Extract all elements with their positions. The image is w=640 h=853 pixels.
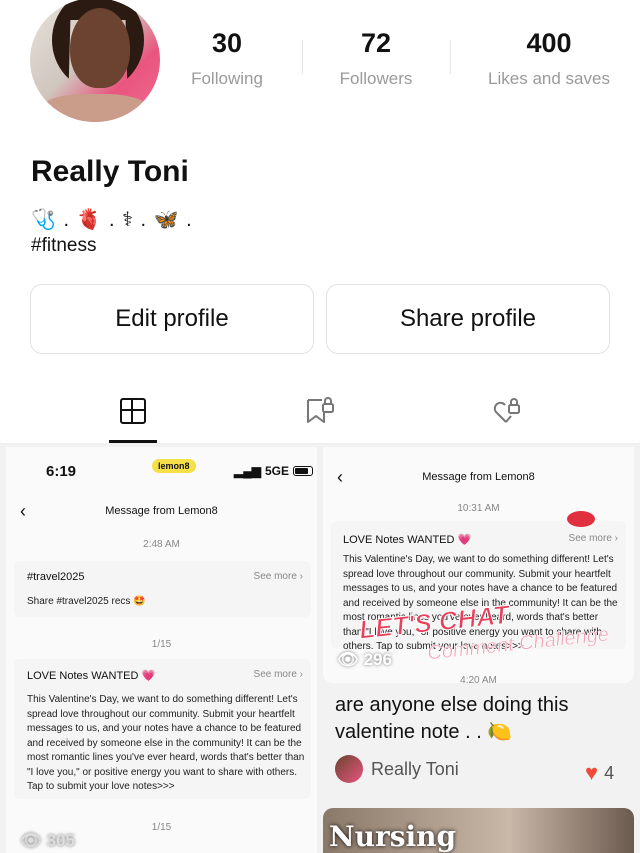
- tab-liked[interactable]: [490, 395, 522, 427]
- post-card[interactable]: ‹ Message from Lemon8 10:31 AM LOVE Note…: [323, 447, 634, 683]
- following-count: 30: [211, 28, 243, 58]
- timestamp: 2:48 AM: [143, 539, 180, 550]
- tab-saved[interactable]: [303, 395, 335, 427]
- avatar[interactable]: [30, 0, 160, 122]
- message-header: Message from Lemon8: [422, 471, 535, 483]
- likes-label: Likes and saves: [488, 69, 610, 88]
- bio-hashtag[interactable]: #fitness: [31, 235, 96, 257]
- message-body: Share #travel2025 recs 🤩: [27, 596, 146, 607]
- share-profile-button[interactable]: Share profile: [326, 284, 610, 354]
- post-card[interactable]: Nursing: [323, 808, 634, 853]
- following-stat[interactable]: 30 Following: [190, 28, 264, 89]
- see-more: See more ›: [253, 669, 303, 680]
- message-item: #travel2025 See more › Share #travel2025…: [14, 561, 311, 617]
- battery-icon: [292, 466, 313, 476]
- liked-lock-icon: [493, 398, 520, 423]
- lips-sticker: [567, 511, 595, 527]
- post-caption[interactable]: are anyone else doing this valentine not…: [335, 692, 625, 746]
- author-name: Really Toni: [371, 758, 459, 779]
- see-more: See more ›: [253, 571, 303, 582]
- edit-profile-button[interactable]: Edit profile: [30, 284, 314, 354]
- saved-lock-icon: [307, 397, 334, 423]
- view-count: 👁 305: [20, 831, 75, 850]
- post-overlay-text: Nursing: [329, 820, 457, 853]
- followers-count: 72: [360, 28, 392, 58]
- view-count: 👁 296: [337, 650, 392, 669]
- followers-stat[interactable]: 72 Followers: [336, 28, 416, 89]
- status-icons: ▂▄▆ 5GE: [234, 464, 313, 478]
- notes-grid-icon: [120, 398, 146, 424]
- like-button[interactable]: ♥ 4: [585, 760, 614, 786]
- eye-icon: 👁: [20, 831, 42, 850]
- like-count: 4: [604, 762, 615, 783]
- author-avatar: [335, 755, 363, 783]
- likes-stat[interactable]: 400 Likes and saves: [484, 28, 614, 89]
- message-title: LOVE Notes WANTED 💗: [343, 534, 472, 546]
- heart-icon: ♥: [585, 760, 599, 785]
- followers-label: Followers: [339, 69, 413, 88]
- bio-emojis: 🩺 . 🫀 . ⚕ . 🦋 .: [31, 209, 193, 231]
- message-body: This Valentine's Day, we want to do some…: [27, 694, 305, 792]
- profile-name: Really Toni: [31, 155, 189, 188]
- divider: [450, 40, 451, 74]
- message-title: #travel2025: [27, 571, 85, 583]
- eye-icon: 👁: [337, 650, 359, 669]
- app-badge: lemon8: [152, 459, 196, 473]
- likes-count: 400: [526, 28, 572, 58]
- post-author[interactable]: Really Toni: [335, 755, 459, 783]
- tab-notes[interactable]: [117, 395, 149, 427]
- signal-icon: ▂▄▆: [234, 464, 261, 478]
- divider: [302, 40, 303, 74]
- message-title: LOVE Notes WANTED 💗: [27, 670, 156, 682]
- see-more: See more ›: [568, 533, 618, 544]
- timestamp: 4:20 AM: [460, 675, 497, 683]
- page-indicator: 1/15: [151, 639, 172, 650]
- post-card[interactable]: 6:19 lemon8 ▂▄▆ 5GE ‹ Message from Lemon…: [6, 447, 317, 853]
- following-label: Following: [191, 69, 263, 88]
- message-item: LOVE Notes WANTED 💗 See more › This Vale…: [14, 659, 311, 799]
- network-label: 5GE: [264, 464, 289, 478]
- status-time: 6:19: [46, 463, 77, 480]
- message-header: Message from Lemon8: [105, 505, 218, 517]
